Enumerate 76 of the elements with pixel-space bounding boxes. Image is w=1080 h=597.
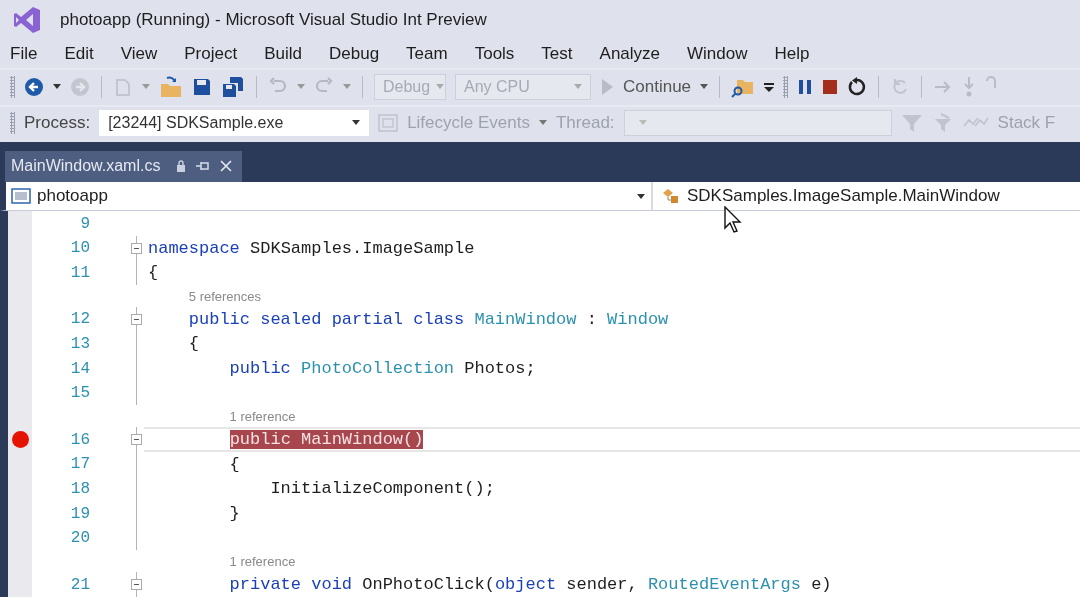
- code-line: public PhotoCollection Photos;: [228, 359, 536, 379]
- new-item-icon[interactable]: [113, 76, 133, 97]
- thread-dropdown[interactable]: [623, 109, 892, 136]
- code-line: {: [228, 454, 240, 474]
- stack-frame-label: Stack F: [997, 112, 1056, 133]
- menu-item[interactable]: Window: [687, 41, 761, 68]
- menu-item[interactable]: Edit: [64, 41, 107, 68]
- line-number: 21: [69, 575, 90, 594]
- caret-icon[interactable]: [352, 120, 361, 126]
- line-number: 18: [69, 479, 90, 498]
- line-number: 10: [69, 239, 90, 258]
- lifecycle-icon[interactable]: [378, 113, 399, 132]
- code-line: {: [148, 263, 159, 283]
- code-line: public sealed partial class MainWindow : Window: [187, 309, 669, 329]
- code-line: }: [228, 504, 240, 523]
- menu-item[interactable]: Help: [774, 41, 823, 68]
- process-label: Process:: [24, 112, 91, 133]
- code-line: {: [187, 334, 199, 354]
- line-number: 12: [69, 310, 90, 329]
- menu-item[interactable]: Build: [264, 41, 315, 68]
- stop-icon[interactable]: [822, 78, 839, 95]
- open-folder-icon[interactable]: [159, 75, 183, 98]
- menu-item[interactable]: Project: [184, 41, 251, 68]
- close-icon[interactable]: [220, 160, 233, 173]
- line-number: 11: [69, 263, 90, 282]
- reference-count[interactable]: 1 reference: [229, 553, 296, 569]
- line-number: 15: [69, 384, 90, 403]
- pin-icon[interactable]: [196, 160, 211, 173]
- collapse-icon[interactable]: [131, 434, 142, 446]
- line-number: 17: [69, 455, 90, 474]
- menu-item[interactable]: View: [120, 41, 171, 68]
- code-line: private void OnPhotoClick(object sender, RoutedEventArgs e): [228, 575, 832, 595]
- line-number: 20: [69, 529, 90, 548]
- code-line: InitializeComponent();: [269, 479, 495, 499]
- caret-icon[interactable]: [53, 84, 61, 89]
- vb-project-icon: [11, 188, 31, 205]
- step-into-icon[interactable]: [962, 75, 977, 98]
- caret-icon[interactable]: [637, 193, 645, 199]
- menu-item[interactable]: Debug: [329, 41, 393, 68]
- menu-item[interactable]: Analyze: [599, 41, 674, 68]
- window-title: photoapp (Running) - Microsoft Visual Studio Int Preview: [60, 9, 487, 30]
- play-icon[interactable]: [600, 77, 614, 96]
- caret-icon[interactable]: [700, 84, 709, 89]
- continue-button[interactable]: Continue: [623, 76, 692, 97]
- reference-count[interactable]: 1 reference: [229, 408, 296, 424]
- grip-handle[interactable]: [783, 75, 789, 98]
- code-line: namespace SDKSamples.ImageSample: [148, 238, 475, 258]
- back-icon[interactable]: [24, 76, 44, 97]
- grip-handle[interactable]: [10, 111, 15, 134]
- line-number: 19: [69, 504, 90, 523]
- class-icon: [661, 187, 681, 206]
- save-all-icon[interactable]: [221, 75, 245, 98]
- app-logo-icon: [12, 4, 42, 35]
- process-dropdown[interactable]: [23244] SDKSample.exe: [99, 109, 370, 136]
- reference-count[interactable]: 5 references: [188, 288, 262, 304]
- line-number: 16: [69, 430, 90, 449]
- collapse-icon[interactable]: [131, 314, 142, 326]
- menu-item[interactable]: Test: [541, 41, 586, 68]
- thread-label: Thread:: [556, 112, 615, 133]
- line-number: 14: [69, 359, 90, 378]
- restart-icon[interactable]: [847, 76, 868, 97]
- collapse-icon[interactable]: [131, 242, 142, 254]
- menu-item[interactable]: Tools: [474, 41, 528, 68]
- overflow-icon[interactable]: [764, 80, 775, 93]
- grip-handle[interactable]: [10, 75, 15, 98]
- pause-icon[interactable]: [797, 77, 814, 96]
- menu-item[interactable]: Team: [406, 41, 461, 68]
- forward-icon[interactable]: [70, 76, 90, 97]
- line-number: 9: [79, 214, 90, 233]
- lock-icon: [176, 160, 187, 173]
- menu-item[interactable]: File: [10, 41, 51, 68]
- collapse-icon[interactable]: [131, 579, 142, 591]
- save-icon[interactable]: [192, 76, 212, 97]
- type-dropdown[interactable]: SDKSamples.ImageSample.MainWindow: [653, 181, 1000, 211]
- document-tab[interactable]: MainWindow.xaml.cs: [5, 150, 243, 182]
- line-number: 13: [69, 334, 90, 353]
